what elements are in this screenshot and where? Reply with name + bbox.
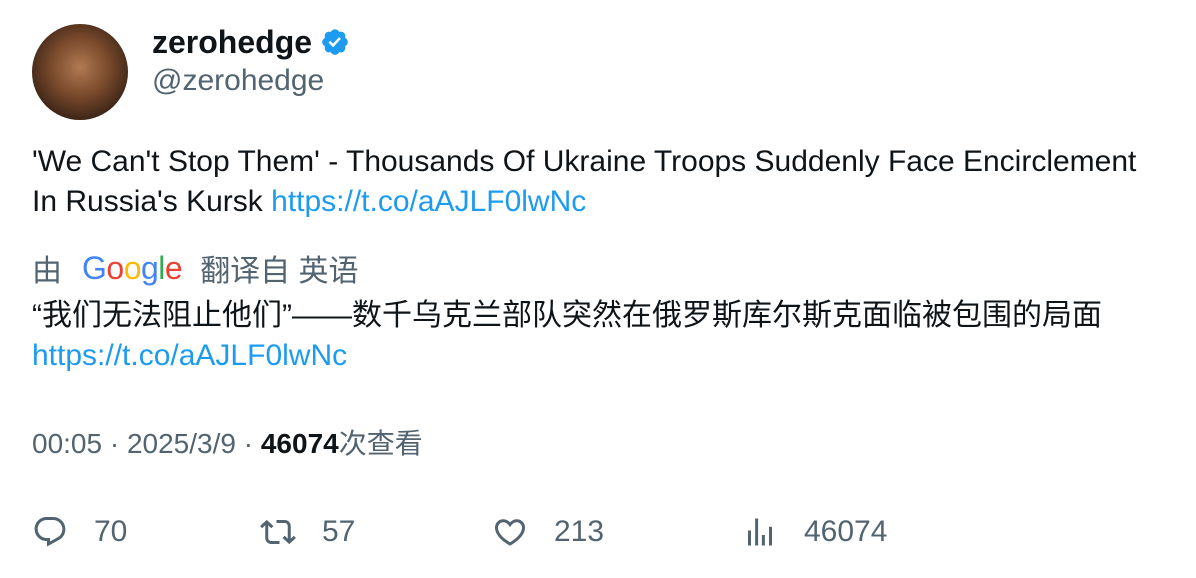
views-button[interactable]: 46074 — [742, 508, 887, 556]
avatar[interactable] — [32, 24, 128, 120]
like-count: 213 — [554, 515, 605, 548]
tweet-link[interactable]: https://t.co/aAJLF0lwNc — [271, 185, 586, 218]
reply-icon — [34, 517, 66, 547]
display-name-row[interactable]: zerohedge — [152, 22, 350, 62]
action-bar: 70 57 213 46074 — [32, 508, 1132, 556]
views-icon — [748, 518, 772, 546]
translation-suffix: 翻译自 英语 — [200, 255, 359, 288]
translated-body: “我们无法阻止他们”——数千乌克兰部队突然在俄罗斯库尔斯克面临被包围的局面 — [32, 299, 1102, 332]
translated-link[interactable]: https://t.co/aAJLF0lwNc — [32, 339, 347, 372]
views-count: 46074 — [804, 515, 888, 548]
reply-count: 70 — [94, 515, 128, 548]
translation-prefix: 由 — [32, 255, 62, 288]
like-icon — [494, 519, 526, 546]
tweet-date[interactable]: 2025/3/9 — [127, 428, 236, 459]
user-handle[interactable]: @zerohedge — [152, 62, 324, 100]
like-button[interactable]: 213 — [492, 508, 604, 556]
view-count-label: 次查看 — [338, 428, 423, 459]
tweet-text: 'We Can't Stop Them' - Thousands Of Ukra… — [32, 142, 1162, 222]
retweet-icon — [260, 519, 296, 545]
reply-button[interactable]: 70 — [32, 508, 127, 556]
translation-attribution: 由 Google 翻译自 英语 — [32, 246, 359, 290]
view-count: 46074 — [260, 428, 339, 459]
display-name[interactable]: zerohedge — [152, 22, 312, 62]
tweet-meta: 00:05 · 2025/3/9 · 46074次查看 — [32, 428, 423, 459]
verified-badge-icon — [322, 29, 348, 55]
retweet-button[interactable]: 57 — [260, 508, 355, 556]
retweet-count: 57 — [322, 515, 356, 548]
google-logo: Google — [82, 249, 183, 286]
tweet-time[interactable]: 00:05 — [32, 428, 102, 459]
translated-text: “我们无法阻止他们”——数千乌克兰部队突然在俄罗斯库尔斯克面临被包围的局面 ht… — [32, 296, 1172, 376]
